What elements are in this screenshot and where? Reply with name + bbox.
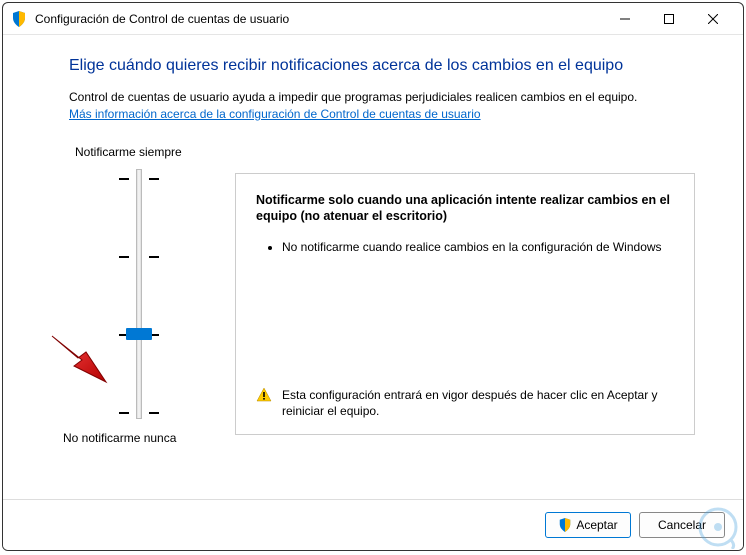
page-description: Control de cuentas de usuario ayuda a im… <box>69 89 695 106</box>
page-heading: Elige cuándo quieres recibir notificacio… <box>69 57 695 75</box>
shield-icon <box>11 11 27 27</box>
warning-icon <box>256 387 272 403</box>
slider-track[interactable] <box>69 169 209 419</box>
panel-bullet: No notificarme cuando realice cambios en… <box>282 239 674 256</box>
cancel-button-label: Cancelar <box>658 518 706 532</box>
minimize-button[interactable] <box>603 4 647 34</box>
slider-area: Notificarme siempre No notificarme nunca… <box>69 145 695 445</box>
slider-tick <box>119 412 159 414</box>
content-area: Elige cuándo quieres recibir notificacio… <box>3 35 743 499</box>
ok-button[interactable]: Aceptar <box>545 512 631 538</box>
panel-warning-text: Esta configuración entrará en vigor desp… <box>282 387 674 419</box>
slider-tick <box>119 178 159 180</box>
slider-bottom-label: No notificarme nunca <box>63 431 209 445</box>
slider-tick <box>119 256 159 258</box>
uac-settings-window: Configuración de Control de cuentas de u… <box>2 2 744 551</box>
footer: Aceptar Cancelar <box>3 499 743 550</box>
window-title: Configuración de Control de cuentas de u… <box>35 12 603 26</box>
shield-icon <box>558 518 572 532</box>
maximize-button[interactable] <box>647 4 691 34</box>
slider-thumb[interactable] <box>126 328 152 340</box>
cancel-button[interactable]: Cancelar <box>639 512 725 538</box>
ok-button-label: Aceptar <box>576 518 617 532</box>
slider-column: Notificarme siempre No notificarme nunca <box>69 145 209 445</box>
slider-top-label: Notificarme siempre <box>75 145 209 159</box>
titlebar: Configuración de Control de cuentas de u… <box>3 3 743 35</box>
close-button[interactable] <box>691 4 735 34</box>
info-panel: Notificarme solo cuando una aplicación i… <box>235 173 695 435</box>
more-info-link[interactable]: Más información acerca de la configuraci… <box>69 107 481 121</box>
panel-warning: Esta configuración entrará en vigor desp… <box>256 387 674 419</box>
panel-title: Notificarme solo cuando una aplicación i… <box>256 192 674 226</box>
panel-list: No notificarme cuando realice cambios en… <box>256 239 674 256</box>
